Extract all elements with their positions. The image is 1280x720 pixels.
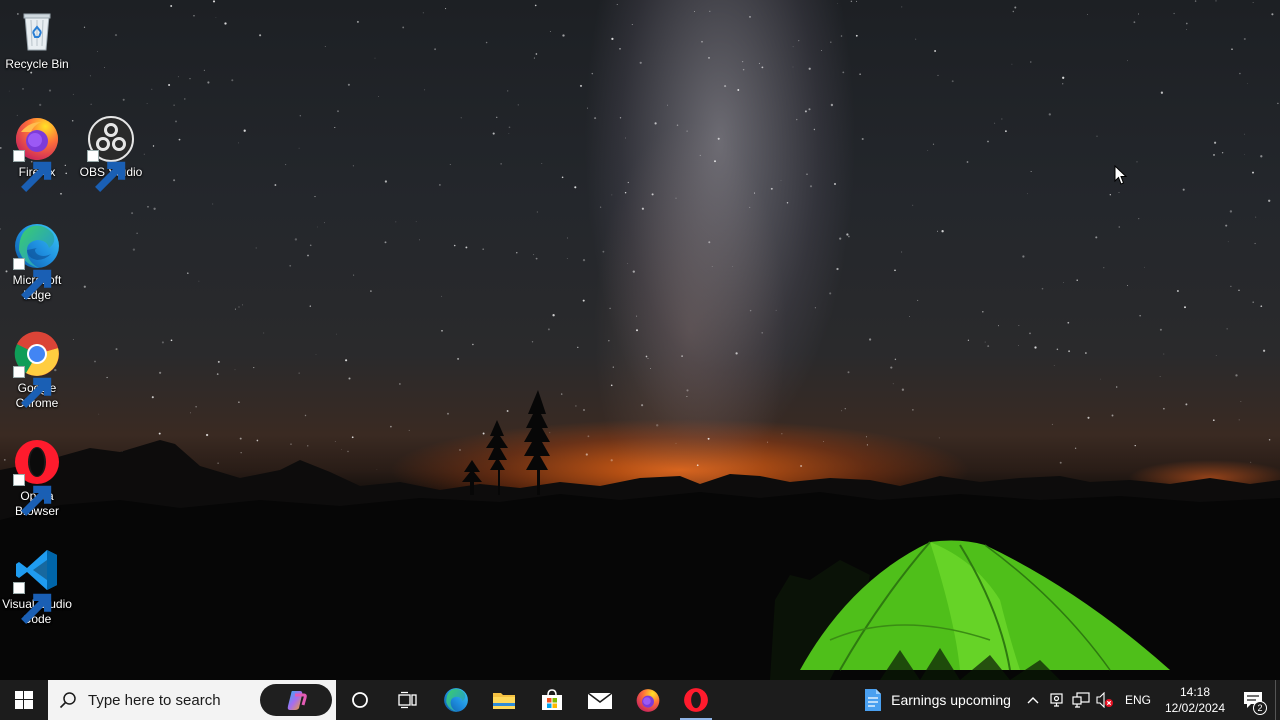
system-tray: Earnings upcoming ENG 14:18 12/02/2024 2 (853, 680, 1280, 720)
desktop-icon-label: Recycle Bin (5, 57, 69, 71)
mountain-landscape (0, 390, 1280, 680)
desktop-icon-visual-studio-code[interactable]: Visual Studio Code (0, 546, 75, 627)
desktop-wallpaper (0, 0, 1280, 680)
task-view-icon (398, 691, 417, 709)
edge-icon (444, 688, 468, 712)
shortcut-arrow-icon (87, 150, 126, 192)
shortcut-arrow-icon (13, 150, 52, 192)
opera-icon (684, 688, 708, 712)
mouse-cursor-icon (1114, 165, 1128, 185)
news-widget[interactable]: Earnings upcoming (853, 680, 1021, 720)
shortcut-arrow-icon (13, 582, 52, 624)
taskbar-firefox-button[interactable] (624, 680, 672, 720)
taskbar-edge-button[interactable] (432, 680, 480, 720)
windows-logo-icon (15, 691, 33, 709)
obs-studio-icon (87, 114, 135, 192)
chevron-up-icon (1027, 697, 1039, 704)
copilot-icon (287, 691, 307, 710)
taskbar-file-explorer-button[interactable] (480, 680, 528, 720)
desktop-icon-opera-browser[interactable]: Opera Browser (0, 438, 75, 519)
store-icon (542, 689, 562, 710)
taskbar-mail-button[interactable] (576, 680, 624, 720)
shortcut-arrow-icon (13, 474, 52, 516)
desktop-icon-firefox[interactable]: Firefox (0, 114, 75, 192)
shortcut-arrow-icon (13, 366, 52, 408)
tray-volume-button[interactable] (1093, 680, 1117, 720)
firefox-icon (13, 114, 61, 192)
news-widget-text: Earnings upcoming (891, 692, 1011, 708)
taskbar-opera-button[interactable] (672, 680, 720, 720)
taskbar-store-button[interactable] (528, 680, 576, 720)
network-icon (1072, 692, 1090, 708)
tray-network-button[interactable] (1069, 680, 1093, 720)
vscode-icon (13, 546, 61, 624)
chrome-icon (13, 330, 61, 408)
show-hidden-icons-button[interactable] (1021, 680, 1045, 720)
start-button[interactable] (0, 680, 48, 720)
task-view-button[interactable] (384, 680, 432, 720)
cortana-button[interactable] (336, 680, 384, 720)
input-language-indicator[interactable]: ENG (1117, 693, 1159, 707)
desktop-icon-google-chrome[interactable]: Google Chrome (0, 330, 75, 411)
desktop-icon-recycle-bin[interactable]: Recycle Bin (0, 6, 75, 72)
news-doc-icon (865, 689, 882, 711)
copilot-button[interactable] (260, 684, 332, 716)
shortcut-arrow-icon (13, 258, 52, 300)
search-icon (48, 691, 88, 709)
taskbar-pinned-apps (336, 680, 720, 720)
mail-icon (587, 692, 613, 709)
clock-date: 12/02/2024 (1164, 701, 1226, 715)
search-placeholder: Type here to search (88, 691, 221, 709)
cortana-icon (352, 692, 368, 708)
opera-icon (13, 438, 61, 516)
desktop-icon-microsoft-edge[interactable]: Microsoft Edge (0, 222, 75, 303)
desktop-icon-obs-studio[interactable]: OBS Studio (73, 114, 149, 192)
tray-meet-now-button[interactable] (1045, 680, 1069, 720)
show-desktop-button[interactable] (1275, 680, 1280, 720)
folder-icon (493, 693, 515, 709)
edge-icon (13, 222, 61, 300)
action-center-button[interactable]: 2 (1231, 680, 1275, 720)
notification-count-badge: 2 (1253, 701, 1267, 715)
taskbar-search-box[interactable]: Type here to search (48, 680, 336, 720)
webcam-icon (1050, 693, 1063, 707)
taskbar-clock[interactable]: 14:18 12/02/2024 (1159, 684, 1231, 716)
clock-time: 14:18 (1179, 685, 1211, 699)
recycle-bin-icon (13, 6, 61, 54)
volume-muted-icon (1096, 692, 1113, 708)
firefox-icon (636, 689, 660, 712)
